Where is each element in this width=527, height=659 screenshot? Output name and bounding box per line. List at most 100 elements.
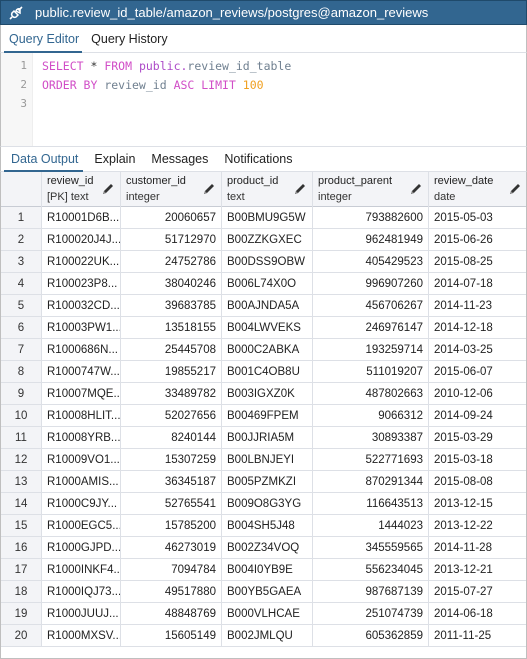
cell-customer-id[interactable]: 15605149 [121, 625, 222, 647]
table-row[interactable]: 1 R10001D6B... 20060657 B00BMU9G5W 793882600… [1, 207, 526, 229]
cell-review-date[interactable]: 2014-07-18 [429, 273, 526, 295]
cell-product-id[interactable]: B00ZZKGXEC [222, 229, 313, 251]
tab-notifications[interactable]: Notifications [216, 147, 300, 171]
table-row[interactable]: 2 R100020J4J... 51712970 B00ZZKGXEC 96248194… [1, 229, 526, 251]
cell-customer-id[interactable]: 19855217 [121, 361, 222, 383]
cell-customer-id[interactable]: 52027656 [121, 405, 222, 427]
cell-product-id[interactable]: B004SH5J48 [222, 515, 313, 537]
tab-messages[interactable]: Messages [143, 147, 216, 171]
cell-product-parent[interactable]: 870291344 [313, 471, 429, 493]
cell-product-parent[interactable]: 30893387 [313, 427, 429, 449]
cell-review-date[interactable]: 2011-11-25 [429, 625, 526, 647]
cell-review-date[interactable]: 2014-12-18 [429, 317, 526, 339]
data-output-grid[interactable]: review_id [PK] text customer_id integer prod… [0, 172, 527, 659]
table-row[interactable]: 5 R100032CD... 39683785 B00AJNDA5A 456706267… [1, 295, 526, 317]
cell-review-date[interactable]: 2014-06-18 [429, 603, 526, 625]
cell-customer-id[interactable]: 52765541 [121, 493, 222, 515]
tab-explain[interactable]: Explain [86, 147, 143, 171]
cell-review-date[interactable]: 2013-12-15 [429, 493, 526, 515]
table-row[interactable]: 14 R1000C9JY... 52765541 B009O8G3YG 11664351… [1, 493, 526, 515]
cell-review-id[interactable]: R1000IQJ73... [42, 581, 121, 603]
cell-review-id[interactable]: R1000MXSV... [42, 625, 121, 647]
cell-product-id[interactable]: B003IGXZ0K [222, 383, 313, 405]
cell-review-date[interactable]: 2013-12-21 [429, 559, 526, 581]
cell-review-date[interactable]: 2015-03-29 [429, 427, 526, 449]
table-row[interactable]: 8 R1000747W... 19855217 B001C4OB8U 511019207… [1, 361, 526, 383]
cell-review-id[interactable]: R10003PW1... [42, 317, 121, 339]
cell-review-date[interactable]: 2014-09-24 [429, 405, 526, 427]
table-row[interactable]: 9 R10007MQE... 33489782 B003IGXZ0K 487802663… [1, 383, 526, 405]
pencil-icon[interactable] [293, 182, 307, 196]
cell-product-parent[interactable]: 522771693 [313, 449, 429, 471]
cell-review-id[interactable]: R10009VO1... [42, 449, 121, 471]
cell-product-parent[interactable]: 405429523 [313, 251, 429, 273]
cell-product-id[interactable]: B001C4OB8U [222, 361, 313, 383]
cell-review-date[interactable]: 2015-03-18 [429, 449, 526, 471]
table-row[interactable]: 13 R1000AMIS... 36345187 B005PZMKZI 87029134… [1, 471, 526, 493]
cell-review-id[interactable]: R100020J4J... [42, 229, 121, 251]
cell-product-id[interactable]: B00AJNDA5A [222, 295, 313, 317]
cell-product-id[interactable]: B00469FPEM [222, 405, 313, 427]
pencil-icon[interactable] [508, 182, 522, 196]
cell-product-parent[interactable]: 246976147 [313, 317, 429, 339]
cell-review-id[interactable]: R1000JUUJ... [42, 603, 121, 625]
cell-review-id[interactable]: R1000AMIS... [42, 471, 121, 493]
cell-product-parent[interactable]: 605362859 [313, 625, 429, 647]
cell-product-id[interactable]: B002JMLQU [222, 625, 313, 647]
tab-query-editor[interactable]: Query Editor [1, 25, 85, 53]
cell-review-id[interactable]: R100022UK... [42, 251, 121, 273]
cell-customer-id[interactable]: 13518155 [121, 317, 222, 339]
cell-review-id[interactable]: R1000GJPD... [42, 537, 121, 559]
cell-review-id[interactable]: R10008YRB... [42, 427, 121, 449]
cell-customer-id[interactable]: 20060657 [121, 207, 222, 229]
cell-product-id[interactable]: B00DSS9OBW [222, 251, 313, 273]
cell-customer-id[interactable]: 8240144 [121, 427, 222, 449]
cell-product-id[interactable]: B00YB5GAEA [222, 581, 313, 603]
cell-product-id[interactable]: B009O8G3YG [222, 493, 313, 515]
tab-data-output[interactable]: Data Output [1, 147, 86, 172]
cell-review-id[interactable]: R100023P8... [42, 273, 121, 295]
table-row[interactable]: 12 R10009VO1... 15307259 B00LBNJEYI 52277169… [1, 449, 526, 471]
cell-review-id[interactable]: R1000EGC5... [42, 515, 121, 537]
cell-review-id[interactable]: R10007MQE... [42, 383, 121, 405]
table-row[interactable]: 15 R1000EGC5... 15785200 B004SH5J48 1444023 2… [1, 515, 526, 537]
cell-customer-id[interactable]: 36345187 [121, 471, 222, 493]
cell-review-date[interactable]: 2015-06-07 [429, 361, 526, 383]
cell-customer-id[interactable]: 38040246 [121, 273, 222, 295]
cell-customer-id[interactable]: 24752786 [121, 251, 222, 273]
table-row[interactable]: 18 R1000IQJ73... 49517880 B00YB5GAEA 9876871… [1, 581, 526, 603]
pencil-icon[interactable] [202, 182, 216, 196]
cell-review-id[interactable]: R100032CD... [42, 295, 121, 317]
cell-review-id[interactable]: R1000INKF4... [42, 559, 121, 581]
cell-review-id[interactable]: R10008HLIT... [42, 405, 121, 427]
cell-review-date[interactable]: 2014-11-28 [429, 537, 526, 559]
table-row[interactable]: 17 R1000INKF4... 7094784 B004I0YB9E 55623404… [1, 559, 526, 581]
column-header-product-id[interactable]: product_id text [222, 172, 313, 207]
cell-review-date[interactable]: 2015-08-08 [429, 471, 526, 493]
cell-customer-id[interactable]: 39683785 [121, 295, 222, 317]
column-header-product-parent[interactable]: product_parent integer [313, 172, 429, 207]
cell-customer-id[interactable]: 46273019 [121, 537, 222, 559]
cell-product-parent[interactable]: 345559565 [313, 537, 429, 559]
cell-customer-id[interactable]: 15785200 [121, 515, 222, 537]
cell-customer-id[interactable]: 33489782 [121, 383, 222, 405]
pencil-icon[interactable] [409, 182, 423, 196]
table-row[interactable]: 10 R10008HLIT... 52027656 B00469FPEM 9066312… [1, 405, 526, 427]
cell-product-id[interactable]: B002Z34VOQ [222, 537, 313, 559]
cell-review-date[interactable]: 2014-11-23 [429, 295, 526, 317]
cell-product-id[interactable]: B005PZMKZI [222, 471, 313, 493]
cell-product-parent[interactable]: 793882600 [313, 207, 429, 229]
cell-review-date[interactable]: 2014-03-25 [429, 339, 526, 361]
cell-product-id[interactable]: B004I0YB9E [222, 559, 313, 581]
table-row[interactable]: 16 R1000GJPD... 46273019 B002Z34VOQ 34555956… [1, 537, 526, 559]
cell-product-parent[interactable]: 987687139 [313, 581, 429, 603]
cell-customer-id[interactable]: 48848769 [121, 603, 222, 625]
cell-product-id[interactable]: B006L74X0O [222, 273, 313, 295]
table-row[interactable]: 4 R100023P8... 38040246 B006L74X0O 996907260… [1, 273, 526, 295]
cell-review-date[interactable]: 2015-05-03 [429, 207, 526, 229]
table-row[interactable]: 19 R1000JUUJ... 48848769 B000VLHCAE 25107473… [1, 603, 526, 625]
tab-query-history[interactable]: Query History [85, 25, 173, 52]
cell-product-parent[interactable]: 556234045 [313, 559, 429, 581]
cell-product-id[interactable]: B000C2ABKA [222, 339, 313, 361]
cell-review-id[interactable]: R10001D6B... [42, 207, 121, 229]
